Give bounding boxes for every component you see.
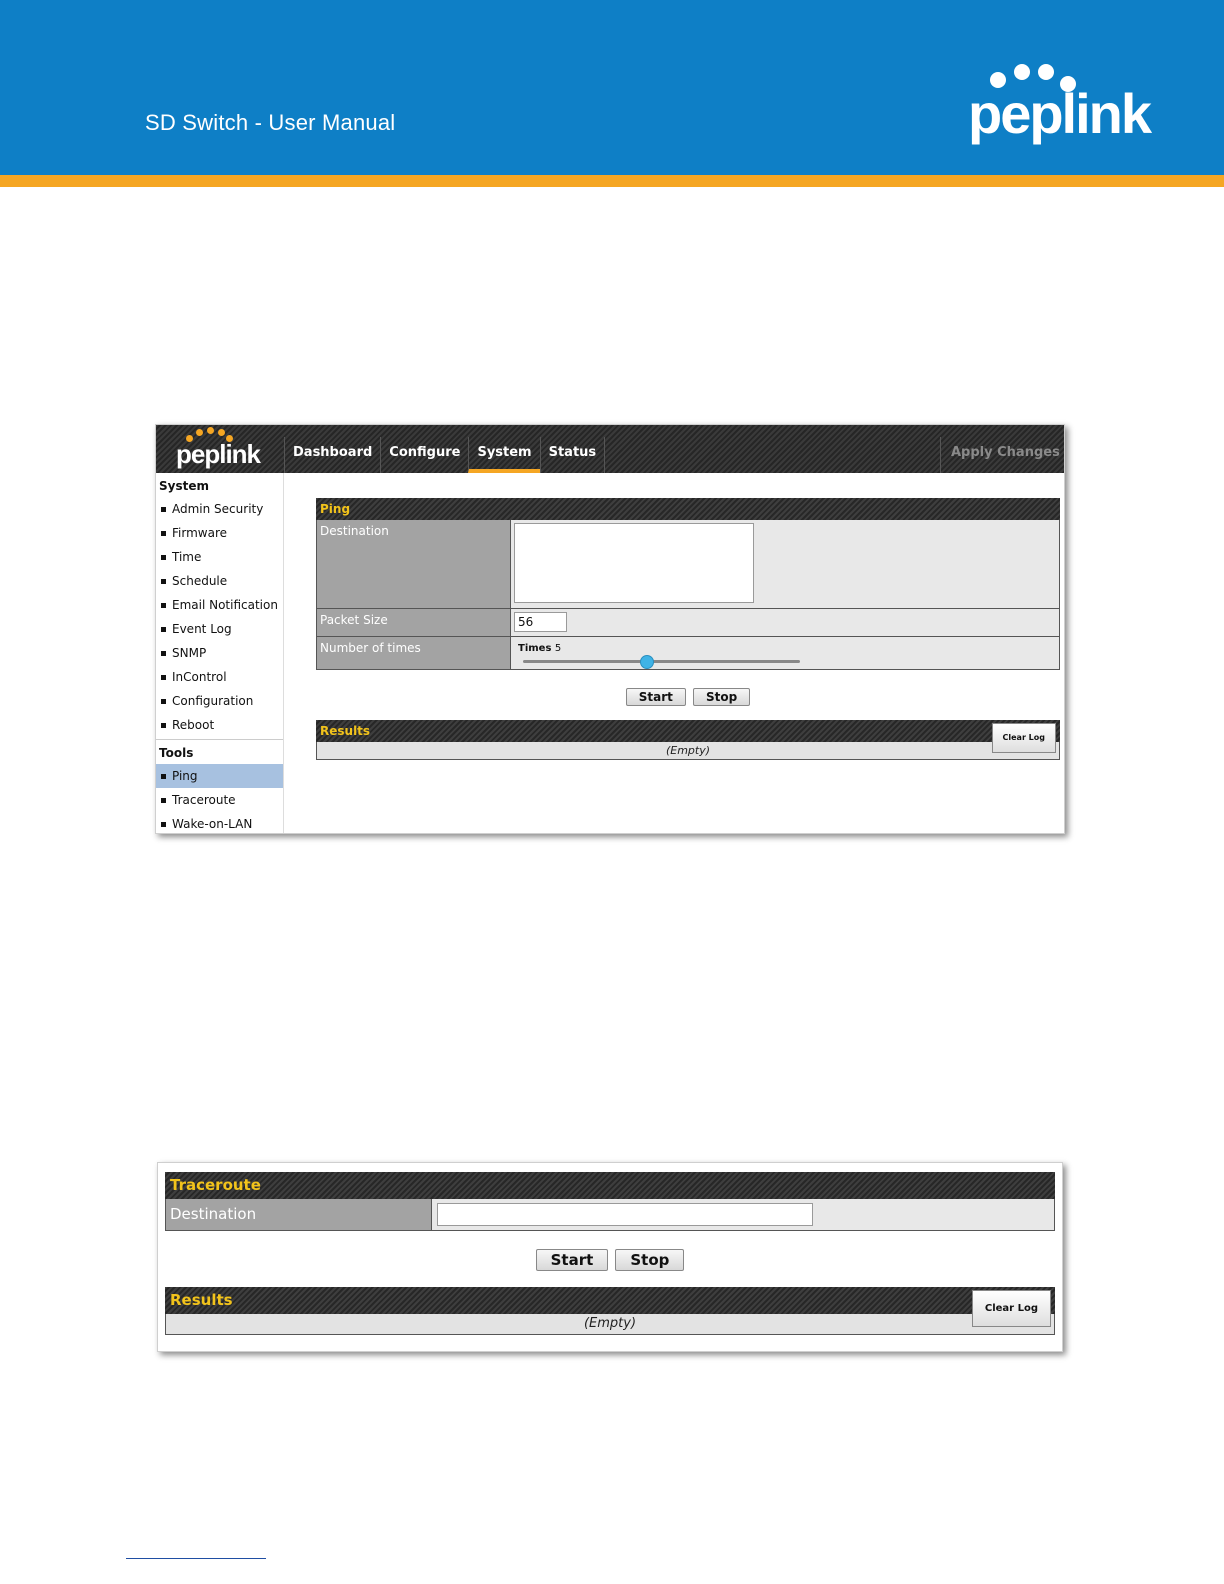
- start-button[interactable]: Start: [625, 688, 686, 706]
- results-empty-text: (Empty): [316, 742, 1060, 760]
- number-of-times-cell: Times 5: [511, 637, 1059, 669]
- brand-wordmark: peplink: [968, 82, 1152, 145]
- header-accent-stripe: [0, 175, 1224, 187]
- nav-system[interactable]: System: [468, 437, 540, 473]
- results-title: Results: [320, 724, 371, 738]
- sidebar-item-traceroute[interactable]: Traceroute: [156, 788, 283, 812]
- number-of-times-row: Number of times Times 5: [317, 636, 1059, 669]
- sidebar-heading-system: System: [159, 479, 209, 493]
- destination-cell: [511, 520, 1059, 608]
- sidebar-item-firmware[interactable]: Firmware: [156, 521, 283, 545]
- traceroute-stop-button[interactable]: Stop: [615, 1249, 685, 1271]
- destination-label: Destination: [317, 520, 511, 608]
- sidebar-item-reboot[interactable]: Reboot: [156, 713, 283, 737]
- app-logo[interactable]: peplink: [156, 425, 284, 473]
- clear-log-button[interactable]: Clear Log: [991, 723, 1056, 753]
- apply-changes-button[interactable]: Apply Changes: [940, 437, 1064, 473]
- footer-rule: [126, 1558, 266, 1559]
- sidebar-item-schedule[interactable]: Schedule: [156, 569, 283, 593]
- times-slider-track[interactable]: [523, 660, 800, 663]
- ping-screenshot: peplink Dashboard Configure System Statu…: [155, 424, 1065, 834]
- traceroute-results-header: Results Clear Log: [165, 1287, 1055, 1327]
- sidebar-item-event-log[interactable]: Event Log: [156, 617, 283, 641]
- sidebar: System Admin Security Firmware Time Sche…: [156, 473, 284, 833]
- peplink-brand-logo: peplink: [968, 56, 1152, 156]
- packet-size-row: Packet Size 56: [317, 608, 1059, 636]
- sidebar-item-configuration[interactable]: Configuration: [156, 689, 283, 713]
- sidebar-item-incontrol[interactable]: InControl: [156, 665, 283, 689]
- ping-actions: Start Stop: [316, 670, 1060, 720]
- traceroute-start-button[interactable]: Start: [535, 1249, 609, 1271]
- nav-dashboard[interactable]: Dashboard: [284, 437, 380, 473]
- traceroute-destination-row: Destination: [166, 1199, 1054, 1230]
- times-caption: Times: [518, 643, 552, 654]
- ping-section-header: Ping: [316, 498, 1060, 520]
- stop-button[interactable]: Stop: [693, 688, 751, 706]
- traceroute-clear-log-button[interactable]: Clear Log: [971, 1290, 1051, 1327]
- main-nav: Dashboard Configure System Status: [284, 437, 606, 473]
- packet-size-input[interactable]: 56: [514, 612, 567, 632]
- packet-size-cell: 56: [511, 609, 1059, 636]
- destination-textarea[interactable]: [514, 523, 754, 603]
- sidebar-item-email-notification[interactable]: Email Notification: [156, 593, 283, 617]
- results-section-header: Results Clear Log: [316, 720, 1060, 753]
- times-slider-handle[interactable]: [640, 655, 654, 669]
- traceroute-results-title: Results: [170, 1291, 233, 1309]
- packet-size-label: Packet Size: [317, 609, 511, 636]
- ping-content: Ping Destination Packet Size 56 Number o…: [316, 498, 1060, 760]
- sidebar-item-snmp[interactable]: SNMP: [156, 641, 283, 665]
- app-topbar: peplink Dashboard Configure System Statu…: [156, 425, 1064, 473]
- sidebar-item-admin-security[interactable]: Admin Security: [156, 497, 283, 521]
- traceroute-results-empty-text: (Empty): [165, 1314, 1055, 1335]
- traceroute-destination-input[interactable]: [437, 1203, 813, 1226]
- number-of-times-label: Number of times: [317, 637, 511, 669]
- destination-row: Destination: [317, 520, 1059, 608]
- times-readout: Times 5: [518, 643, 561, 654]
- document-title: SD Switch - User Manual: [145, 110, 396, 135]
- sidebar-item-time[interactable]: Time: [156, 545, 283, 569]
- sidebar-item-wake-on-lan[interactable]: Wake-on-LAN: [156, 812, 283, 833]
- traceroute-destination-label: Destination: [166, 1199, 432, 1230]
- traceroute-screenshot: Traceroute Destination Start Stop Result…: [157, 1162, 1063, 1352]
- times-value: 5: [554, 643, 562, 654]
- nav-configure[interactable]: Configure: [380, 437, 468, 473]
- traceroute-content: Traceroute Destination Start Stop Result…: [165, 1172, 1055, 1335]
- logo-wordmark: peplink: [176, 439, 261, 469]
- ping-form: Destination Packet Size 56 Number of tim…: [316, 520, 1060, 670]
- traceroute-form: Destination: [165, 1199, 1055, 1231]
- sidebar-heading-tools: Tools: [159, 746, 194, 760]
- traceroute-destination-cell: [432, 1199, 1054, 1230]
- document-header-banner: SD Switch - User Manual peplink: [0, 0, 1224, 175]
- sidebar-item-ping[interactable]: Ping: [156, 764, 283, 788]
- traceroute-actions: Start Stop: [165, 1231, 1055, 1287]
- traceroute-section-header: Traceroute: [165, 1172, 1055, 1199]
- nav-status[interactable]: Status: [539, 437, 606, 473]
